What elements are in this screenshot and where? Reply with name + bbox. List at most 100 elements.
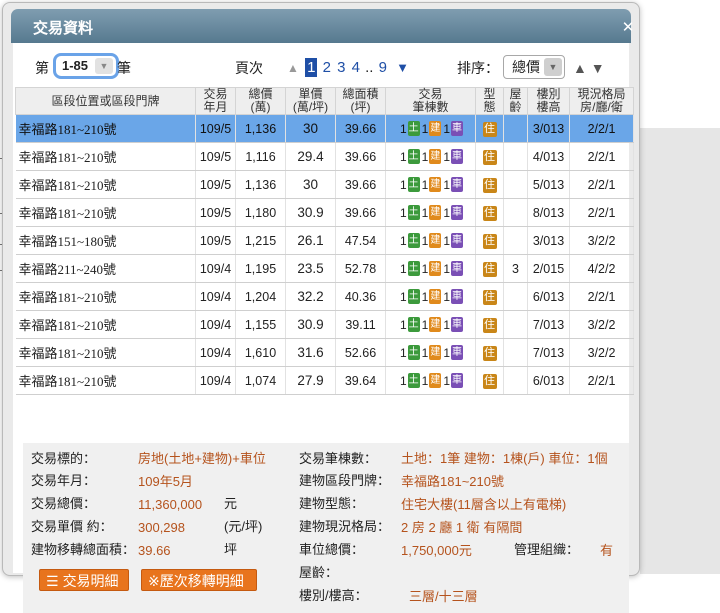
page-link[interactable]: 2 — [323, 55, 331, 81]
range-select-value: 1-85 — [62, 58, 89, 73]
type-cell: 住 — [475, 338, 504, 367]
residential-badge: 住 — [482, 149, 497, 165]
building-badge: 建 — [429, 345, 442, 361]
detail-panel: 交易標的： 房地(土地+建物)+車位 交易年月： 109年5月 交易總價： 11… — [23, 443, 629, 613]
transaction-detail-label: 交易明細 — [62, 573, 119, 589]
count-cell: 1土1建1車 — [385, 142, 476, 171]
floor-cell: 4/013 — [527, 142, 570, 171]
detail-label: 交易標的： — [31, 451, 97, 466]
total-price-cell: 1,155 — [235, 310, 286, 339]
table-row[interactable]: 幸福路181~210號 109/4 1,074 27.9 39.64 1 土 1 建 1 車住 6/0… — [15, 366, 634, 395]
year-month-cell: 109/4 — [195, 310, 236, 339]
parking-count: 1 — [443, 289, 451, 304]
type-cell: 住 — [475, 310, 504, 339]
land-count: 1 — [399, 177, 407, 192]
page-link[interactable]: 3 — [337, 55, 345, 81]
land-badge: 土 — [407, 317, 420, 333]
land-count: 1 — [399, 149, 407, 164]
sort-ascending-icon[interactable]: ▲ — [573, 60, 587, 76]
parking-badge: 車 — [451, 233, 464, 249]
total-price-cell: 1,180 — [235, 198, 286, 227]
building-count: 1 — [421, 121, 429, 136]
next-page-icon[interactable]: ▼ — [396, 55, 409, 81]
building-badge: 建 — [429, 373, 442, 389]
building-count: 1 — [421, 345, 429, 360]
dialog-title-bar: 交易資料 — [11, 9, 631, 43]
column-header: 樓別 樓高 — [527, 87, 570, 115]
address-cell: 幸福路181~210號 — [15, 198, 196, 227]
type-cell: 住 — [475, 170, 504, 199]
residential-badge: 住 — [482, 121, 497, 137]
transfer-history-button[interactable]: ※歷次移轉明細 — [141, 569, 257, 591]
land-count: 1 — [399, 261, 407, 276]
table-row[interactable]: 幸福路181~210號 109/4 1,610 31.6 52.66 1 土 1 建 1 車住 7/0… — [15, 338, 634, 367]
parking-count: 1 — [443, 121, 451, 136]
layout-cell: 2/2/1 — [569, 114, 634, 143]
table-row[interactable]: 幸福路181~210號 109/5 1,180 30.9 39.66 1 土 1 建 1 車住 8/0… — [15, 198, 634, 227]
table-row[interactable]: 幸福路181~210號 109/5 1,136 30 39.66 1 土 1 建 1 車住 3/013… — [15, 114, 634, 143]
land-badge: 土 — [407, 177, 420, 193]
count-cell: 1土1建1車 — [385, 114, 476, 143]
age-cell — [503, 170, 528, 199]
sort-descending-icon[interactable]: ▼ — [591, 60, 605, 76]
table-row[interactable]: 幸福路181~210號 109/4 1,204 32.2 40.36 1 土 1 建 1 車住 6/0… — [15, 282, 634, 311]
detail-value: 土地：1筆 建物：1棟(戶) 車位：1個 — [401, 451, 608, 466]
age-cell — [503, 338, 528, 367]
unit-price-cell: 30 — [285, 114, 336, 143]
table-row[interactable]: 幸福路151~180號 109/5 1,215 26.1 47.54 1 土 1 建 1 車住 3/0… — [15, 226, 634, 255]
count-cell: 1土1建1車 — [385, 338, 476, 367]
detail-label: 交易單價 約： — [31, 519, 113, 534]
detail-value: 39.66 — [138, 543, 171, 558]
area-cell: 52.66 — [335, 338, 386, 367]
age-cell: 3 — [503, 254, 528, 283]
sort-direction: ▲ ▼ — [573, 55, 605, 81]
table-row[interactable]: 幸福路181~210號 109/5 1,136 30 39.66 1 土 1 建 1 車住 5/013… — [15, 170, 634, 199]
parking-count: 1 — [443, 261, 451, 276]
prev-page-icon[interactable]: ▲ — [287, 55, 299, 81]
chevron-down-icon: ▼ — [544, 58, 562, 76]
type-cell: 住 — [475, 282, 504, 311]
detail-value: 2 房 2 廳 1 衛 有隔間 — [401, 520, 523, 535]
parking-badge: 車 — [451, 289, 464, 305]
area-cell: 39.66 — [335, 114, 386, 143]
parking-count: 1 — [443, 317, 451, 332]
residential-badge: 住 — [482, 345, 497, 361]
total-price-cell: 1,136 — [235, 170, 286, 199]
parking-badge: 車 — [451, 121, 464, 137]
residential-badge: 住 — [482, 233, 497, 249]
total-price-cell: 1,610 — [235, 338, 286, 367]
column-header: 型態 — [475, 87, 504, 115]
sort-label: 排序： — [457, 60, 499, 76]
column-header: 交易 年月 — [195, 87, 236, 115]
count-cell: 1土1建1車 — [385, 170, 476, 199]
transaction-detail-button[interactable]: ☰ 交易明細 — [39, 569, 129, 591]
table-row[interactable]: 幸福路181~210號 109/5 1,116 29.4 39.66 1 土 1 建 1 車住 4/0… — [15, 142, 634, 171]
floor-cell: 3/013 — [527, 226, 570, 255]
unit-price-cell: 27.9 — [285, 366, 336, 395]
age-cell — [503, 114, 528, 143]
sort-select[interactable]: 總價 ▼ — [503, 55, 565, 79]
building-count: 1 — [421, 289, 429, 304]
count-cell: 1土1建1車 — [385, 226, 476, 255]
table-row[interactable]: 幸福路211~240號 109/4 1,195 23.5 52.78 1 土 1 建 1 車住 3 2/… — [15, 254, 634, 283]
parking-badge: 車 — [451, 149, 464, 165]
page-link-current[interactable]: 1 — [305, 58, 318, 77]
range-select[interactable]: 1-85 ▼ — [53, 53, 119, 79]
count-cell: 1土1建1車 — [385, 310, 476, 339]
building-badge: 建 — [429, 121, 442, 137]
total-price-cell: 1,215 — [235, 226, 286, 255]
sort-select-value: 總價 — [512, 59, 540, 75]
year-month-cell: 109/4 — [195, 282, 236, 311]
year-month-cell: 109/4 — [195, 338, 236, 367]
table-row[interactable]: 幸福路181~210號 109/4 1,155 30.9 39.11 1 土 1 建 1 車住 7/0… — [15, 310, 634, 339]
page-link-last[interactable]: 9 — [379, 55, 387, 81]
page-link[interactable]: 4 — [352, 55, 360, 81]
land-badge: 土 — [407, 205, 420, 221]
page-ellipsis: .. — [365, 59, 374, 76]
address-cell: 幸福路181~210號 — [15, 338, 196, 367]
close-icon[interactable]: ✕ — [621, 20, 635, 35]
address-cell: 幸福路181~210號 — [15, 366, 196, 395]
address-cell: 幸福路211~240號 — [15, 254, 196, 283]
parking-badge: 車 — [451, 261, 464, 277]
unit-price-cell: 26.1 — [285, 226, 336, 255]
